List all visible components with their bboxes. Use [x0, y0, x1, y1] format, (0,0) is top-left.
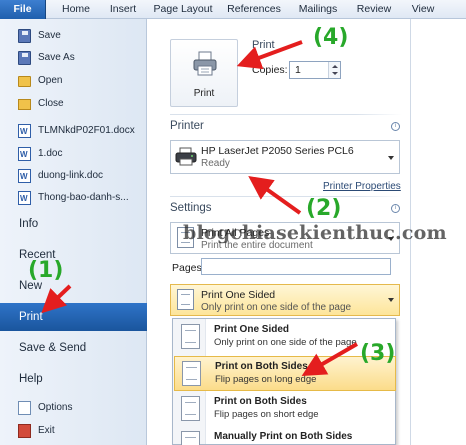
arrow-to-print-nav	[41, 284, 72, 314]
arrow-to-printer	[248, 176, 302, 215]
arrow-to-print-button	[236, 40, 303, 70]
arrow-to-both-sides	[301, 342, 359, 377]
annotation-arrows	[41, 40, 359, 377]
